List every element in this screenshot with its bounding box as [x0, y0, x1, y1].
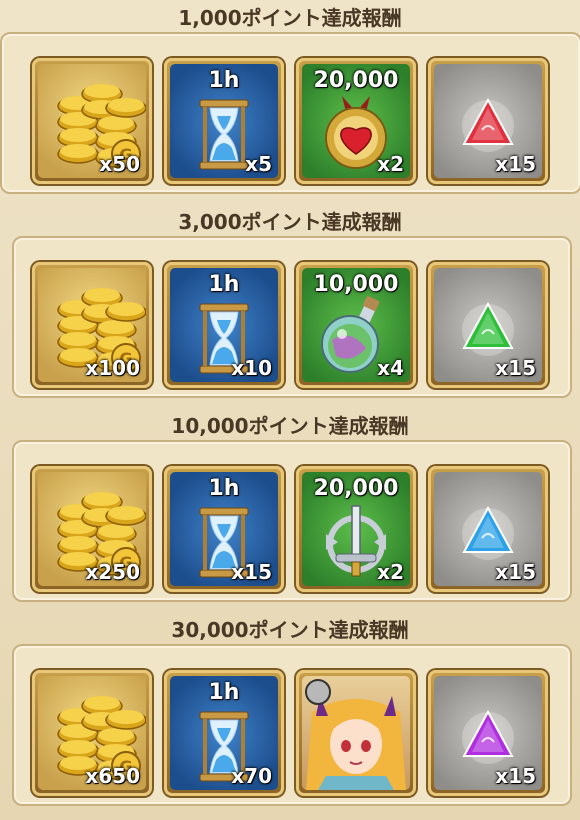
- reward-slot[interactable]: 1h x10: [164, 262, 284, 388]
- reward-slot[interactable]: x15: [428, 466, 548, 592]
- reward-slot-inner: Gx650: [38, 676, 146, 790]
- reward-amount-label: 1h: [208, 68, 240, 93]
- reward-slot[interactable]: Gx100: [32, 262, 152, 388]
- reward-slot[interactable]: 20,000 x2: [296, 466, 416, 592]
- reward-amount-label: 10,000: [313, 272, 399, 297]
- reward-quantity: x50: [99, 152, 140, 176]
- reward-slot-inner: Gx250: [38, 472, 146, 586]
- reward-slot[interactable]: 20,000 x2: [296, 58, 416, 184]
- reward-quantity: x650: [85, 764, 140, 788]
- reward-slot[interactable]: Gx650: [32, 670, 152, 796]
- reward-slot[interactable]: x15: [428, 670, 548, 796]
- tier-title: 1,000ポイント達成報酬: [178, 6, 402, 30]
- reward-slot-inner: x15: [434, 676, 542, 790]
- reward-quantity: x15: [495, 356, 536, 380]
- reward-quantity: x4: [377, 356, 404, 380]
- reward-page: 1,000ポイント達成報酬 3,000ポイント達成報酬 10,000ポイント達成…: [0, 0, 580, 820]
- reward-amount-label: 20,000: [313, 68, 399, 93]
- tier-title: 10,000ポイント達成報酬: [171, 414, 409, 438]
- reward-slot-inner: 1h x10: [170, 268, 278, 382]
- reward-slot-inner: 1h x15: [170, 472, 278, 586]
- reward-slot[interactable]: x15: [428, 58, 548, 184]
- reward-slot-inner: Gx50: [38, 64, 146, 178]
- reward-slot[interactable]: 1h x70: [164, 670, 284, 796]
- reward-slot[interactable]: 10,000 x4: [296, 262, 416, 388]
- reward-slot[interactable]: Gx50: [32, 58, 152, 184]
- reward-amount-label: 1h: [208, 476, 240, 501]
- reward-slot[interactable]: 1h x5: [164, 58, 284, 184]
- reward-slot-inner: Gx100: [38, 268, 146, 382]
- reward-quantity: x15: [495, 152, 536, 176]
- reward-amount-label: 1h: [208, 272, 240, 297]
- character-portrait-icon: [302, 676, 410, 790]
- reward-slot-inner: x15: [434, 472, 542, 586]
- reward-slot-inner: 20,000 x2: [302, 64, 410, 178]
- reward-slot-inner: 10,000 x4: [302, 268, 410, 382]
- reward-quantity: x15: [495, 764, 536, 788]
- reward-slot-inner: 1h x5: [170, 64, 278, 178]
- reward-slot-inner: [302, 676, 410, 790]
- reward-quantity: x10: [231, 356, 272, 380]
- reward-amount-label: 20,000: [313, 476, 399, 501]
- reward-slot-inner: 20,000 x2: [302, 472, 410, 586]
- reward-quantity: x2: [377, 152, 404, 176]
- reward-quantity: x250: [85, 560, 140, 584]
- tier-title: 30,000ポイント達成報酬: [171, 618, 409, 642]
- reward-slot[interactable]: [296, 670, 416, 796]
- reward-slot-inner: x15: [434, 64, 542, 178]
- reward-slot-inner: x15: [434, 268, 542, 382]
- reward-slot[interactable]: Gx250: [32, 466, 152, 592]
- reward-quantity: x2: [377, 560, 404, 584]
- tier-title: 3,000ポイント達成報酬: [178, 210, 402, 234]
- reward-slot[interactable]: x15: [428, 262, 548, 388]
- reward-quantity: x15: [495, 560, 536, 584]
- reward-quantity: x70: [231, 764, 272, 788]
- reward-quantity: x100: [85, 356, 140, 380]
- reward-quantity: x15: [231, 560, 272, 584]
- reward-amount-label: 1h: [208, 680, 240, 705]
- reward-slot[interactable]: 1h x15: [164, 466, 284, 592]
- reward-slot-inner: 1h x70: [170, 676, 278, 790]
- reward-quantity: x5: [245, 152, 272, 176]
